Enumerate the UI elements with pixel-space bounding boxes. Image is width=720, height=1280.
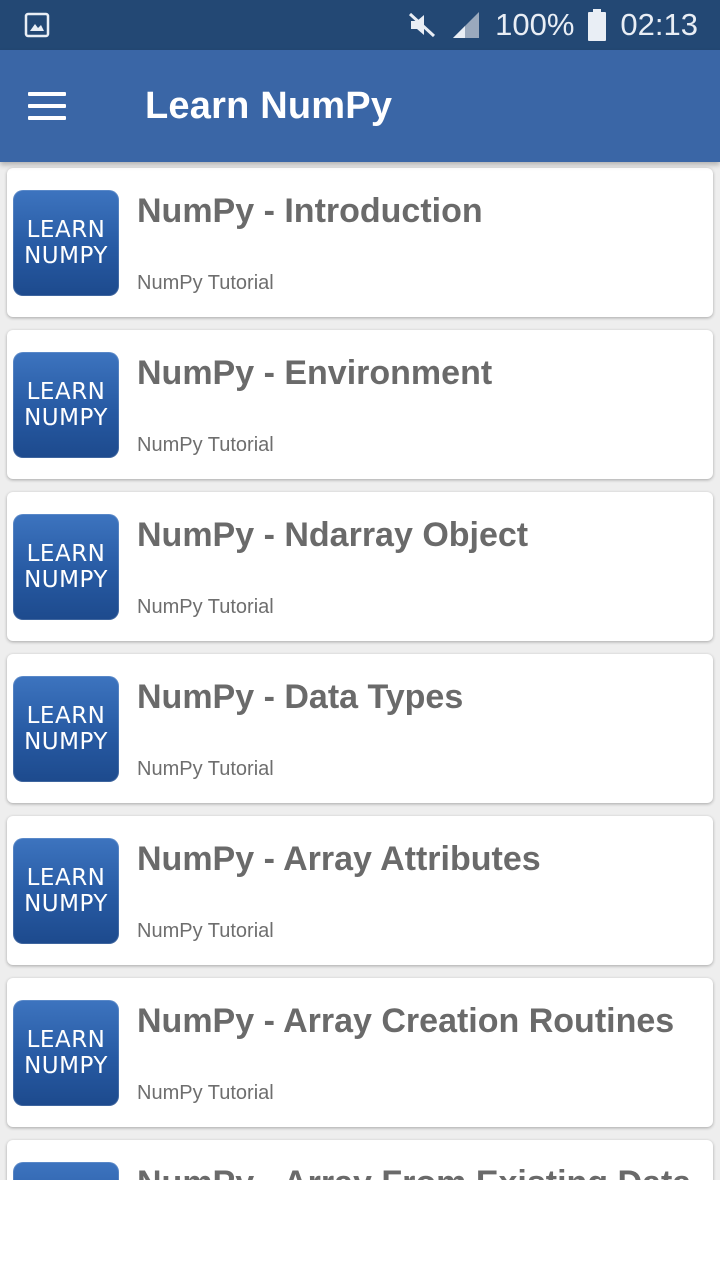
thumbnail-line-1: LEARN: [26, 1027, 106, 1053]
gallery-icon: [24, 12, 50, 38]
thumbnail-line-2: NUMPY: [24, 405, 108, 431]
thumbnail-line-2: NUMPY: [24, 1053, 108, 1079]
list-item-subtitle: NumPy Tutorial: [137, 920, 274, 942]
thumbnail-line-1: LEARN: [26, 703, 106, 729]
learn-numpy-thumbnail: LEARNNUMPY: [13, 352, 119, 458]
list-item-title: NumPy - Ndarray Object: [137, 516, 529, 554]
list-item-title: NumPy - Data Types: [137, 678, 464, 716]
learn-numpy-thumbnail: LEARNNUMPY: [13, 838, 119, 944]
hamburger-icon[interactable]: [26, 88, 68, 124]
list-item[interactable]: LEARN NUMPY NumPy - Data Types NumPy Tutori…: [7, 654, 713, 803]
thumbnail-line-2: NUMPY: [24, 891, 108, 917]
signal-icon: [453, 12, 480, 38]
thumbnail-line-1: LEARN: [26, 217, 106, 243]
list-item[interactable]: LEARNNUMPY NumPy - Array From Existing Da…: [7, 1140, 713, 1180]
list-item[interactable]: LEARN NUMPY NumPy - Array Attributes NumPy …: [7, 816, 713, 965]
list-item-subtitle: NumPy Tutorial: [137, 1082, 274, 1104]
battery-icon: [588, 9, 607, 41]
list-item-title: NumPy - Array Creation Routines: [137, 1002, 675, 1040]
list-item-title: NumPy - Array Attributes: [137, 840, 541, 878]
learn-numpy-thumbnail: LEARNNUMPY: [13, 676, 119, 782]
thumbnail-line-1: LEARN: [26, 379, 106, 405]
learn-numpy-thumbnail: LEARNNUMPY: [13, 1000, 119, 1106]
thumbnail-line-1: LEARN: [26, 541, 106, 567]
thumbnail-line-2: NUMPY: [24, 243, 108, 269]
mute-icon: [409, 12, 436, 38]
learn-numpy-thumbnail: LEARNNUMPY: [13, 514, 119, 620]
status-bar: 100% 02:13: [0, 0, 720, 50]
list-item-title: NumPy - Array From Existing Data: [137, 1164, 691, 1180]
bottom-area: [0, 1180, 720, 1280]
list-item-title: NumPy - Introduction: [137, 192, 483, 230]
list-item[interactable]: LEARN NUMPY NumPy - Array Creation Routine…: [7, 978, 713, 1127]
topic-list[interactable]: LEARN NUMPY NumPy - Introduction NumPy Tuto…: [0, 162, 720, 1180]
app-bar: Learn NumPy: [0, 50, 720, 162]
thumbnail-line-1: LEARN: [26, 865, 106, 891]
status-right-group: 100% 02:13: [407, 0, 698, 50]
list-item[interactable]: LEARN NUMPY NumPy - Environment NumPy Tutor…: [7, 330, 713, 479]
list-item-subtitle: NumPy Tutorial: [137, 758, 274, 780]
learn-numpy-thumbnail: LEARNNUMPY: [13, 190, 119, 296]
status-time: 02:13: [620, 7, 698, 42]
list-item-subtitle: NumPy Tutorial: [137, 272, 274, 294]
list-item[interactable]: LEARN NUMPY NumPy - Ndarray Object NumPy Tu…: [7, 492, 713, 641]
list-item[interactable]: LEARN NUMPY NumPy - Introduction NumPy Tuto…: [7, 168, 713, 317]
battery-percent: 100%: [495, 7, 575, 42]
list-item-subtitle: NumPy Tutorial: [137, 434, 274, 456]
app-title: Learn NumPy: [145, 85, 393, 127]
list-item-title: NumPy - Environment: [137, 354, 493, 392]
thumbnail-line-2: NUMPY: [24, 567, 108, 593]
list-item-subtitle: NumPy Tutorial: [137, 596, 274, 618]
learn-numpy-thumbnail: LEARNNUMPY: [13, 1162, 119, 1180]
thumbnail-line-2: NUMPY: [24, 729, 108, 755]
